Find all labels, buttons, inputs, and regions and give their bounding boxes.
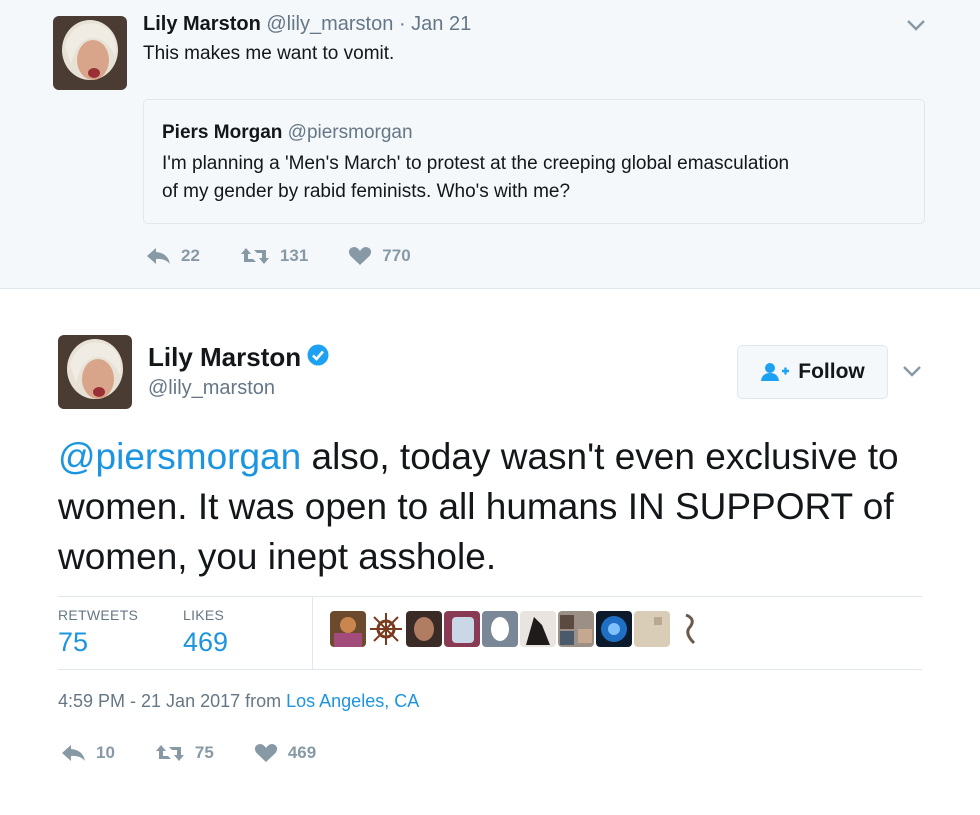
retweets-stat[interactable]: RETWEETS 75 [58, 607, 138, 658]
author-name[interactable]: Lily Marston [148, 342, 329, 373]
mention-link[interactable]: @piersmorgan [58, 436, 301, 477]
liker-avatar[interactable] [482, 611, 518, 647]
retweet-count: 131 [279, 246, 309, 265]
avatar[interactable] [53, 16, 127, 90]
author-handle[interactable]: @lily_marston [266, 13, 393, 35]
liker-avatar[interactable] [596, 611, 632, 647]
quoted-author-name: Piers Morgan [162, 122, 283, 143]
retweet-count: 75 [194, 743, 214, 762]
likes-value: 469 [183, 627, 229, 657]
chevron-down-icon[interactable] [902, 364, 922, 378]
like-button[interactable]: 770 [348, 246, 411, 266]
follow-person-icon [760, 362, 798, 382]
liker-avatar[interactable] [672, 611, 708, 647]
liker-avatar[interactable] [558, 611, 594, 647]
author-handle[interactable]: @lily_marston [148, 377, 275, 400]
tweet-date[interactable]: Jan 21 [411, 13, 471, 35]
reply-count: 22 [181, 246, 200, 265]
retweet-button[interactable]: 75 [155, 743, 214, 763]
liker-avatar[interactable] [330, 611, 366, 647]
liker-avatar[interactable] [406, 611, 442, 647]
like-count: 469 [287, 743, 317, 762]
quoted-header: Piers Morgan @piersmorgan [162, 122, 413, 144]
quote-tweet[interactable]: Lily Marston @lily_marston · Jan 21 This… [0, 0, 980, 289]
liker-avatar[interactable] [520, 611, 556, 647]
location-link[interactable]: Los Angeles, CA [286, 691, 419, 711]
avatar[interactable] [58, 335, 132, 409]
retweet-icon [155, 743, 195, 763]
retweets-label: RETWEETS [58, 607, 139, 623]
heart-icon [254, 743, 288, 763]
quoted-text-line-1: I'm planning a 'Men's March' to protest … [162, 153, 790, 174]
quoted-author-handle: @piersmorgan [287, 122, 413, 143]
tweet-text: @piersmorgan also, today wasn't even exc… [58, 432, 928, 582]
like-count: 770 [382, 246, 411, 265]
verified-badge-icon [307, 342, 329, 373]
reply-icon [145, 246, 181, 266]
retweets-value: 75 [58, 627, 89, 657]
follow-button[interactable]: Follow [737, 345, 888, 399]
retweet-icon [240, 246, 280, 266]
author-name-text: Lily Marston [148, 342, 302, 372]
likes-stat[interactable]: LIKES 469 [183, 607, 228, 658]
chevron-down-icon[interactable] [906, 18, 926, 32]
tweet-actions: 10 75 469 [60, 743, 356, 763]
quoted-tweet[interactable]: Piers Morgan @piersmorgan I'm planning a… [143, 99, 925, 224]
tweet-timestamp: 4:59 PM - 21 Jan 2017 from Los Angeles, … [58, 691, 419, 712]
liker-avatars [330, 611, 710, 647]
reply-button[interactable]: 22 [145, 246, 200, 266]
divider [312, 597, 313, 669]
reply-button[interactable]: 10 [60, 743, 115, 763]
quoted-text-line-2: of my gender by rabid feminists. Who's w… [162, 181, 571, 202]
liker-avatar[interactable] [634, 611, 670, 647]
tweet-actions: 22 131 770 [145, 246, 451, 266]
liker-avatar[interactable] [444, 611, 480, 647]
heart-icon [348, 246, 382, 266]
tweet-header: Lily Marston @lily_marston · Jan 21 [143, 13, 471, 36]
reply-icon [60, 743, 96, 763]
tweet-text: This makes me want to vomit. [143, 43, 395, 64]
follow-label: Follow [798, 360, 865, 383]
author-name[interactable]: Lily Marston [143, 13, 261, 35]
reply-count: 10 [96, 743, 115, 762]
likes-label: LIKES [183, 607, 225, 623]
separator: · [398, 13, 406, 35]
liker-avatar[interactable] [368, 611, 404, 647]
timestamp-text[interactable]: 4:59 PM - 21 Jan 2017 from [58, 691, 286, 711]
tweet-stats: RETWEETS 75 LIKES 469 [58, 596, 922, 670]
like-button[interactable]: 469 [254, 743, 316, 763]
retweet-button[interactable]: 131 [240, 246, 308, 266]
